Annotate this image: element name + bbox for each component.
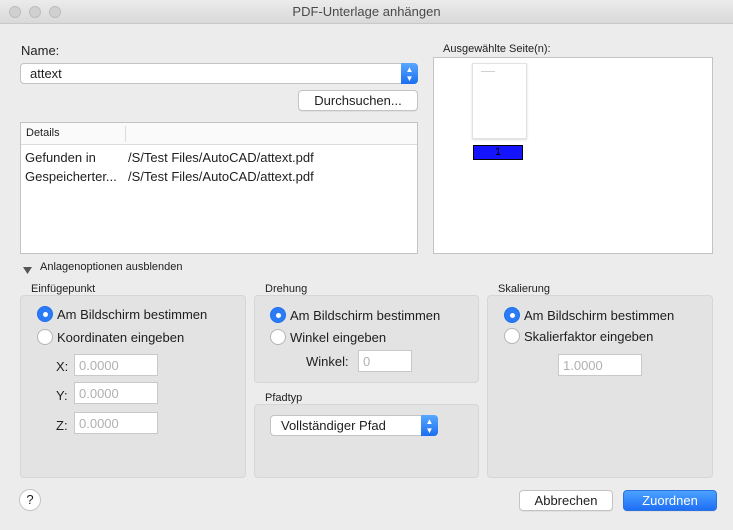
scale-factor-label[interactable]: Skalierfaktor eingeben [524,329,653,344]
rotation-screen-label[interactable]: Am Bildschirm bestimmen [290,308,440,323]
updown-chevron-icon[interactable]: ▲ ▼ [401,63,418,84]
z-field[interactable] [74,412,158,434]
name-value: attext [30,66,62,81]
table-row[interactable]: Gefunden in /S/Test Files/AutoCAD/attext… [21,149,417,168]
rotation-title: Drehung [265,283,308,295]
help-button[interactable]: ? [19,489,41,511]
y-input[interactable] [75,383,157,403]
name-combobox[interactable]: attext ▲ ▼ [20,63,418,84]
scale-screen-radio[interactable] [504,307,520,323]
details-table: Details Gefunden in /S/Test Files/AutoCA… [20,122,418,254]
table-header: Details [21,123,417,145]
angle-field[interactable] [358,350,412,372]
scale-screen-label[interactable]: Am Bildschirm bestimmen [524,308,674,323]
angle-label: Winkel: [306,354,349,369]
z-label: Z: [56,418,68,433]
insertion-screen-radio[interactable] [37,306,53,322]
insertion-screen-label[interactable]: Am Bildschirm bestimmen [57,307,207,322]
cancel-button[interactable]: Abbrechen [519,490,613,511]
column-divider[interactable] [125,126,126,142]
scale-factor-radio[interactable] [504,328,520,344]
pathtype-title: Pfadtyp [265,392,303,404]
y-label: Y: [56,388,68,403]
thumbnail-text-line [481,71,495,72]
rotation-screen-radio[interactable] [270,307,286,323]
row-key: Gefunden in [25,150,96,165]
table-row[interactable]: Gespeicherter... /S/Test Files/AutoCAD/a… [21,168,417,187]
name-label: Name: [21,43,60,58]
scale-factor-input[interactable] [559,355,641,375]
page-preview-panel: 1 [433,57,713,254]
pages-label: Ausgewählte Seite(n): [443,43,551,55]
x-label: X: [56,359,69,374]
updown-chevron-icon[interactable]: ▲ ▼ [421,415,438,436]
rotation-angle-radio[interactable] [270,329,286,345]
scale-factor-field[interactable] [558,354,642,376]
x-field[interactable] [74,354,158,376]
pathtype-value: Vollständiger Pfad [281,418,386,433]
ok-button[interactable]: Zuordnen [623,490,717,511]
page-number-badge[interactable]: 1 [473,145,523,160]
pathtype-select[interactable]: Vollständiger Pfad ▲ ▼ [270,415,438,436]
row-key: Gespeicherter... [25,169,117,184]
scale-title: Skalierung [498,283,550,295]
insertion-title: Einfügepunkt [31,283,96,295]
y-field[interactable] [74,382,158,404]
z-input[interactable] [75,413,157,433]
row-value: /S/Test Files/AutoCAD/attext.pdf [128,150,314,165]
details-header[interactable]: Details [26,127,60,139]
angle-input[interactable] [359,351,411,371]
rotation-angle-label[interactable]: Winkel eingeben [290,330,386,345]
x-input[interactable] [75,355,157,375]
window-title: PDF-Unterlage anhängen [292,4,441,19]
insertion-coords-radio[interactable] [37,329,53,345]
disclosure-triangle-icon[interactable] [23,263,32,274]
toggle-options-label[interactable]: Anlagenoptionen ausblenden [40,261,183,273]
insertion-coords-label[interactable]: Koordinaten eingeben [57,330,184,345]
browse-button[interactable]: Durchsuchen... [298,90,418,111]
row-value: /S/Test Files/AutoCAD/attext.pdf [128,169,314,184]
page-thumbnail[interactable] [472,63,527,139]
